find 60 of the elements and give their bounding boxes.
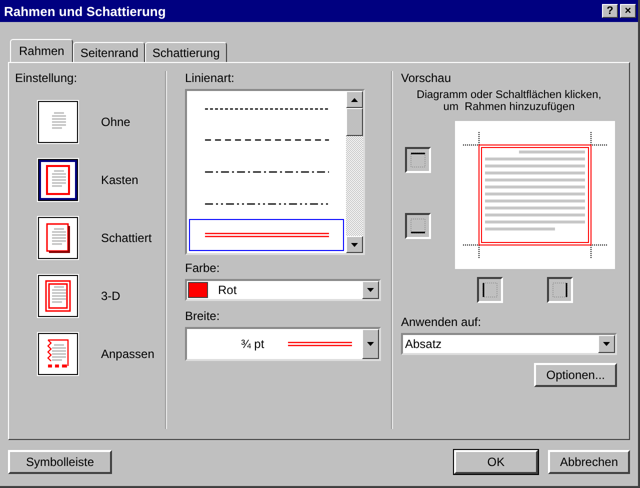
right-border-icon bbox=[552, 282, 568, 298]
page-border-icon[interactable] bbox=[37, 216, 79, 260]
setting-label: Kasten bbox=[101, 173, 138, 187]
line-sample-icon bbox=[204, 232, 328, 238]
dropdown-button[interactable] bbox=[362, 329, 379, 359]
top-border-icon bbox=[410, 152, 426, 168]
toolbar-button[interactable]: Symbolleiste bbox=[8, 450, 112, 474]
color-value: Rot bbox=[217, 283, 238, 297]
width-dropdown[interactable]: ¾ pt bbox=[185, 327, 381, 361]
width-value: ¾ pt bbox=[240, 337, 266, 351]
setting-label: Schattiert bbox=[101, 231, 152, 245]
left-border-icon bbox=[482, 282, 498, 298]
line-style-item[interactable] bbox=[189, 219, 344, 251]
line-style-list[interactable] bbox=[185, 89, 365, 255]
settings-label: Einstellung: bbox=[15, 71, 78, 85]
scrollbar[interactable] bbox=[346, 91, 363, 253]
color-dropdown[interactable]: Rot bbox=[185, 279, 381, 301]
page-border-icon[interactable] bbox=[37, 332, 79, 376]
down-arrow-icon bbox=[366, 341, 375, 347]
dropdown-button[interactable] bbox=[362, 281, 379, 299]
cancel-button[interactable]: Abbrechen bbox=[548, 450, 630, 474]
down-arrow-icon bbox=[602, 341, 611, 347]
window-title: Rahmen und Schattierung bbox=[4, 4, 167, 18]
setting-label: 3-D bbox=[101, 289, 120, 303]
line-sample-icon bbox=[288, 341, 352, 347]
down-arrow-icon bbox=[366, 287, 375, 293]
setting-label: Anpassen bbox=[101, 347, 154, 361]
down-arrow-icon bbox=[350, 242, 359, 248]
line-sample-icon bbox=[204, 200, 328, 207]
line-sample-icon bbox=[204, 106, 328, 112]
help-button[interactable]: ? bbox=[602, 4, 618, 18]
scroll-thumb[interactable] bbox=[346, 108, 363, 136]
setting-label: Ohne bbox=[101, 115, 130, 129]
apply-to-value: Absatz bbox=[404, 337, 443, 351]
color-label: Farbe: bbox=[185, 261, 221, 275]
line-style-label: Linienart: bbox=[185, 71, 236, 85]
line-sample-icon bbox=[204, 137, 328, 144]
tab[interactable]: Rahmen bbox=[10, 39, 74, 62]
bottom-border-icon bbox=[410, 218, 426, 234]
close-button[interactable]: × bbox=[620, 4, 636, 18]
preview-hint: Diagramm oder Schaltflächen klicken, um Rahmen hinzuzufügen bbox=[416, 89, 602, 113]
top-border-button[interactable] bbox=[405, 147, 431, 173]
options-button[interactable]: Optionen... bbox=[534, 363, 617, 387]
tab[interactable]: Schattierung bbox=[145, 42, 227, 62]
preview-title: Vorschau bbox=[401, 71, 452, 85]
width-label: Breite: bbox=[185, 309, 221, 323]
border-preview-drawing[interactable] bbox=[455, 121, 615, 269]
line-sample-icon bbox=[204, 168, 328, 175]
up-arrow-icon bbox=[350, 96, 359, 102]
apply-to-dropdown[interactable]: Absatz bbox=[401, 333, 617, 355]
bottom-border-button[interactable] bbox=[405, 213, 431, 239]
dropdown-button[interactable] bbox=[598, 335, 615, 353]
page-border-icon[interactable] bbox=[37, 158, 79, 202]
tab[interactable]: Seitenrand bbox=[73, 42, 146, 62]
left-border-button[interactable] bbox=[477, 277, 503, 303]
page-border-icon[interactable] bbox=[37, 100, 79, 144]
page-border-icon[interactable] bbox=[37, 274, 79, 318]
right-border-button[interactable] bbox=[547, 277, 573, 303]
ok-button[interactable]: OK bbox=[454, 450, 538, 474]
apply-to-label: Anwenden auf: bbox=[401, 315, 482, 329]
